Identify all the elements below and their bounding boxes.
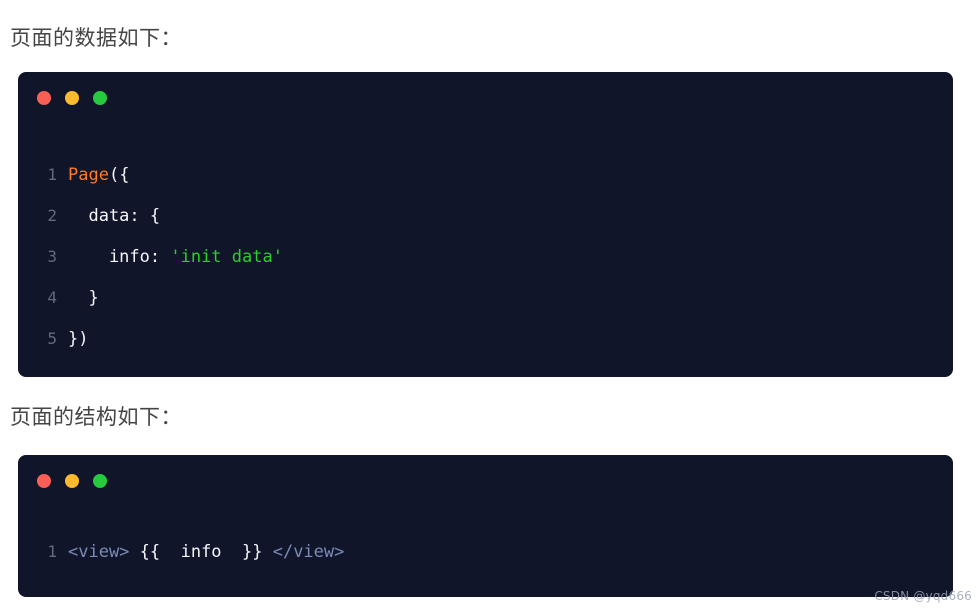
code-line-number: 2 — [47, 206, 57, 225]
close-window-icon[interactable] — [37, 91, 51, 105]
maximize-window-icon[interactable] — [93, 474, 107, 488]
code-token-plain: {{ info }} — [129, 542, 273, 562]
code-line-text: Page({ — [68, 155, 129, 196]
code-content-area[interactable]: 1 <view> {{ info }} </view> — [18, 507, 953, 572]
code-line-text: }) — [68, 319, 88, 360]
code-window-titlebar — [18, 455, 953, 507]
code-line-number: 1 — [47, 542, 57, 561]
minimize-window-icon[interactable] — [65, 474, 79, 488]
code-line: 5}) — [18, 318, 953, 359]
code-token-plain: ({ — [108, 165, 130, 185]
code-token-fn: Page — [68, 165, 109, 185]
code-block-page-structure: 1 <view> {{ info }} </view> — [18, 455, 953, 597]
page-root: 页面的数据如下： 1 Page({2 data: {3 info: 'init d… — [0, 0, 980, 608]
code-line-number: 1 — [47, 165, 57, 184]
code-line: 1 Page({ — [18, 154, 953, 195]
close-window-icon[interactable] — [37, 474, 51, 488]
code-token-plain: }) — [68, 329, 89, 349]
page-title-structure-section: 页面的结构如下： — [10, 406, 182, 429]
code-line-number: 3 — [47, 247, 57, 266]
code-line-number: 4 — [47, 288, 57, 307]
page-title-data-section: 页面的数据如下： — [10, 27, 182, 50]
code-line-text: } — [68, 278, 99, 319]
code-token-tag: </view> — [272, 542, 345, 562]
code-token-plain: info: — [68, 247, 171, 267]
code-line-number: 5 — [47, 329, 57, 348]
code-token-plain: } — [68, 288, 99, 308]
code-line-text: data: { — [68, 196, 160, 237]
watermark-label: CSDN @yqd666 — [874, 589, 972, 603]
code-line: 4 } — [18, 277, 953, 318]
code-line: 2 data: { — [18, 195, 953, 236]
code-line: 1 <view> {{ info }} </view> — [18, 531, 953, 572]
minimize-window-icon[interactable] — [65, 91, 79, 105]
code-line: 3 info: 'init data' — [18, 236, 953, 277]
code-window-titlebar — [18, 72, 953, 124]
maximize-window-icon[interactable] — [93, 91, 107, 105]
code-token-tag: <view> — [68, 542, 130, 562]
code-line-text: info: 'init data' — [68, 237, 283, 278]
code-token-string: 'init data' — [170, 247, 283, 267]
code-token-plain: data: { — [68, 206, 161, 226]
code-line-text: <view> {{ info }} </view> — [68, 532, 344, 573]
code-content-area[interactable]: 1 Page({2 data: {3 info: 'init data' 4 } 5}… — [18, 124, 953, 359]
code-block-page-data: 1 Page({2 data: {3 info: 'init data' 4 } 5}… — [18, 72, 953, 377]
